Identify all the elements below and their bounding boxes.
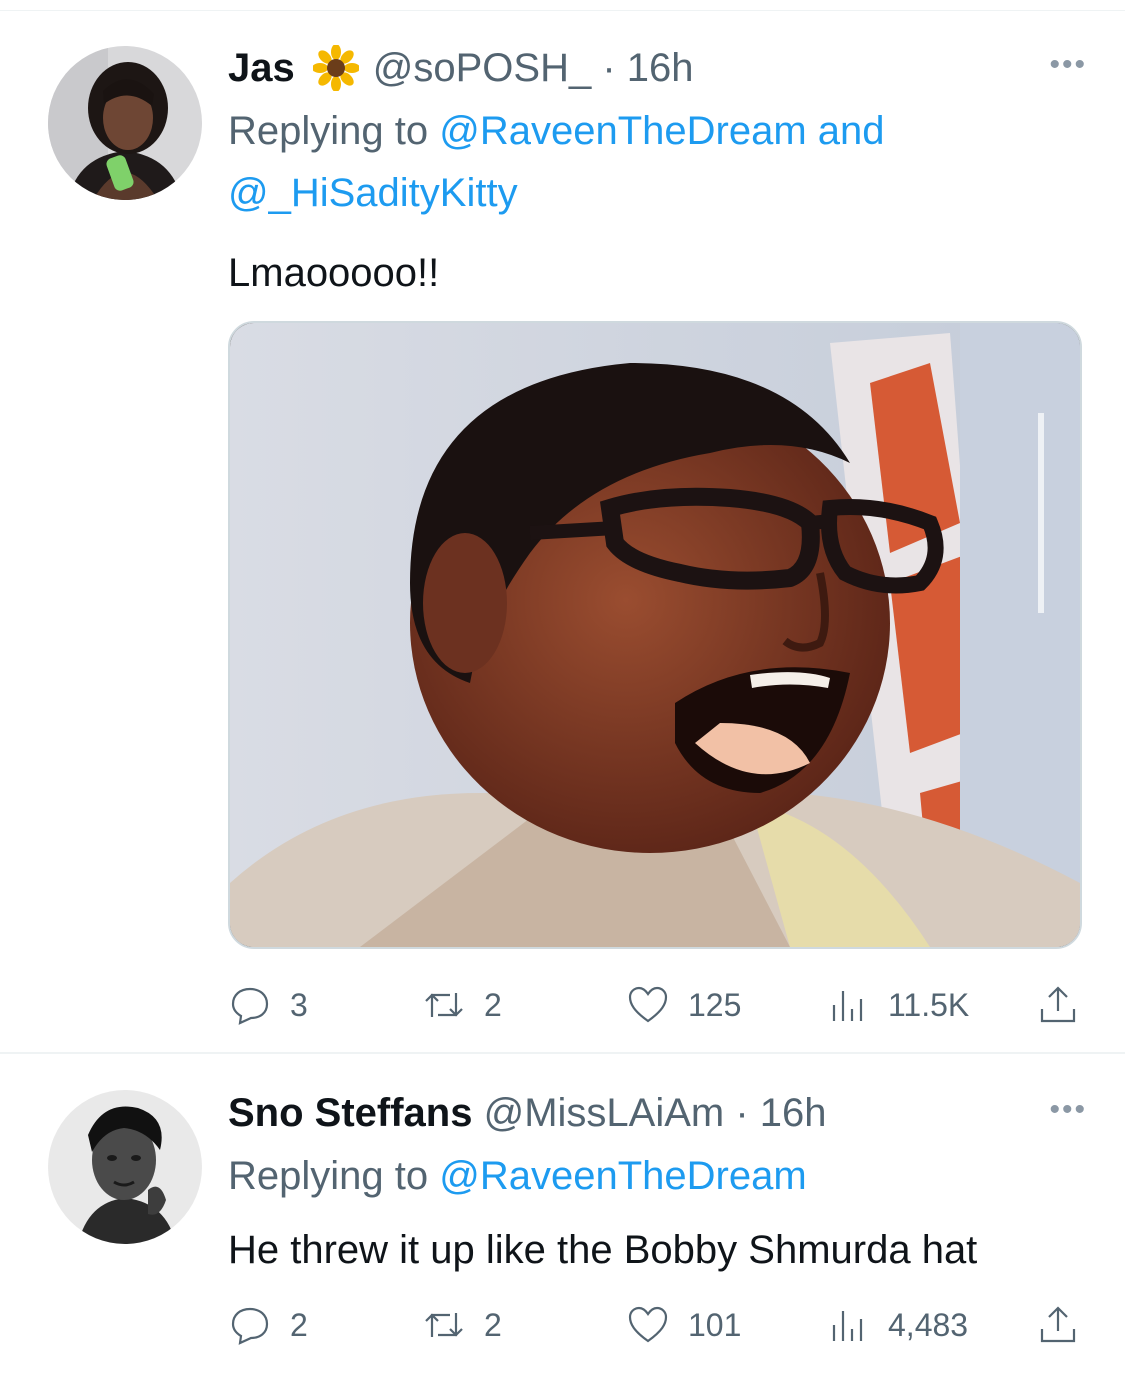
tweet-text: Lmaooooo!! [228,251,440,295]
retweet-button[interactable]: 2 [422,1300,502,1350]
display-name[interactable]: Jas [228,44,295,92]
reply-icon [231,1307,269,1345]
like-count: 101 [688,1306,742,1343]
tweet-header: Jas @soPOSH_ · 16h [228,44,1085,92]
user-handle[interactable]: @soPOSH_ [373,44,591,92]
tweet-image[interactable] [228,321,1082,949]
top-divider [0,10,1125,11]
retweet-icon [425,993,463,1017]
user-handle[interactable]: @MissLAiAm [484,1089,725,1137]
reply-button[interactable]: 2 [228,1300,308,1350]
avatar[interactable] [48,1090,202,1244]
replying-prefix: Replying to [228,109,429,153]
like-button[interactable]: 125 [626,980,741,1030]
replying-to: Replying to @RaveenTheDream [228,1145,1085,1207]
share-icon [1040,1306,1076,1343]
tweet-divider [0,1052,1125,1054]
tweet-actions: 3 2 125 11.5K [228,980,1088,1030]
like-button[interactable]: 101 [626,1300,741,1350]
share-button[interactable] [1036,1300,1080,1350]
mention-link[interactable]: @_HiSadityKitty [228,171,518,215]
like-icon [628,1306,668,1343]
reply-count: 3 [290,986,308,1023]
mention-joiner: and [817,109,885,153]
tweet-jas[interactable]: ••• Jas @soPOSH_ · 16h Replying to @Rave… [0,30,1125,1050]
separator-dot: · [724,1091,760,1135]
view-count: 4,483 [888,1306,969,1343]
tweet-actions: 2 2 101 4,483 [228,1300,1088,1350]
share-button[interactable] [1036,980,1080,1030]
retweet-icon [425,1313,463,1337]
views-icon [832,991,863,1021]
mention-link[interactable]: @RaveenTheDream [439,1154,806,1198]
like-count: 125 [688,986,742,1023]
mention-link[interactable]: @RaveenTheDream [439,109,806,153]
replying-to: Replying to @RaveenTheDream and @_HiSadi… [228,100,1085,224]
separator-dot: · [591,46,627,90]
retweet-count: 2 [484,1306,502,1343]
tweet-sno-steffans[interactable]: ••• Sno Steffans @MissLAiAm · 16h Replyi… [0,1055,1125,1393]
timestamp[interactable]: 16h [627,44,694,92]
replying-prefix: Replying to [228,1154,429,1198]
sunflower-emoji [311,44,360,92]
avatar[interactable] [48,46,202,200]
views-button[interactable]: 4,483 [826,1300,968,1350]
like-icon [628,986,668,1023]
views-button[interactable]: 11.5K [826,980,969,1030]
retweet-button[interactable]: 2 [422,980,502,1030]
retweet-count: 2 [484,986,502,1023]
timestamp[interactable]: 16h [760,1089,827,1137]
view-count: 11.5K [888,986,970,1023]
reply-icon [231,987,269,1025]
display-name[interactable]: Sno Steffans [228,1089,472,1137]
tweet-header: Sno Steffans @MissLAiAm · 16h [228,1089,1085,1137]
tweet-text: He threw it up like the Bobby Shmurda ha… [228,1228,978,1272]
views-icon [832,1311,863,1341]
share-icon [1040,986,1076,1023]
reply-count: 2 [290,1306,308,1343]
reply-button[interactable]: 3 [228,980,308,1030]
